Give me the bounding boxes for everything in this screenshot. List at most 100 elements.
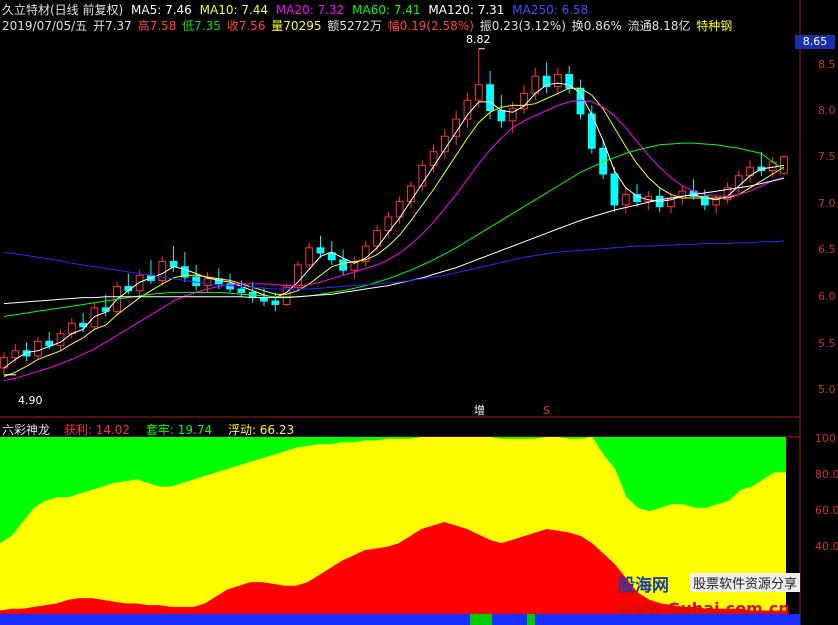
candle-body <box>135 274 144 292</box>
high-price-label: 8.82 <box>466 33 491 46</box>
watermark-url: www.Guhai.com.cn <box>618 599 790 618</box>
candle-body <box>67 322 76 335</box>
y-tick-label: 7.0 <box>818 197 836 210</box>
amplitude-value: 振0.23(3.12%) <box>479 19 566 33</box>
profit-value: 获利: 14.02 <box>63 423 131 437</box>
candle-body <box>554 73 562 87</box>
candle <box>723 182 732 204</box>
candle-body <box>56 333 65 347</box>
y-tick-label: 6.0 <box>818 290 836 303</box>
candle <box>463 93 472 128</box>
candle-body <box>327 252 336 261</box>
candle <box>746 160 754 183</box>
candle-body <box>474 84 483 101</box>
candle-body <box>34 340 42 357</box>
candle <box>361 240 370 267</box>
candle <box>587 105 596 154</box>
candle <box>248 282 257 303</box>
quote-header: 2019/07/05/五 开7.37 高7.58 低7.35 收7.56 量70… <box>2 17 736 34</box>
candle <box>384 211 393 238</box>
float-cap-value: 流通8.18亿 <box>627 19 691 33</box>
candle-body <box>169 261 178 268</box>
sell-marker: S <box>543 404 550 417</box>
indicator-name: 六彩神龙 <box>2 423 51 437</box>
indicator-y-tick-label: 60.00 <box>815 504 838 517</box>
candle-body <box>780 156 788 174</box>
candle <box>497 95 506 128</box>
volume-value: 量70295 <box>271 19 322 33</box>
candle-body <box>407 185 415 202</box>
open-value: 开7.37 <box>93 19 132 33</box>
y-tick-label: 6.5 <box>818 243 836 256</box>
y-tick-label: 5.5 <box>818 337 836 350</box>
candle-body <box>531 75 540 94</box>
ma250-line <box>3 240 785 290</box>
candle <box>271 292 280 312</box>
change-value: 幅0.19(2.58%) <box>387 19 474 33</box>
candle <box>520 84 528 114</box>
candle <box>429 144 438 173</box>
candle <box>734 170 743 193</box>
ma20-value: MA20: 7.32 <box>275 3 345 17</box>
indicator-y-tick-label: 100 <box>815 432 836 445</box>
candle-body <box>260 297 268 302</box>
watermark: 股海网 股票软件资源分享 www.Guhai.com.cn <box>614 571 834 621</box>
candle <box>147 259 155 284</box>
candle-body <box>486 84 494 112</box>
watermark-slogan: 股票软件资源分享 <box>690 573 801 592</box>
ma120-value: MA120: 7.31 <box>428 3 505 17</box>
stock-name: 久立特材(日线 前复权) <box>2 3 124 17</box>
candle <box>689 179 698 200</box>
indicator-header: 六彩神龙 获利: 14.02 套牢: 19.74 浮动: 66.23 <box>2 421 298 438</box>
ma60-line <box>3 142 785 317</box>
candle <box>316 235 325 259</box>
candle <box>395 196 404 224</box>
y-tick-label: 8.5 <box>818 58 836 71</box>
candle <box>282 283 291 307</box>
candle <box>158 256 167 286</box>
current-price-badge: 8.65 <box>795 35 835 49</box>
candle-body <box>463 99 472 120</box>
turnover-value: 换0.86% <box>571 19 622 33</box>
candle-body <box>316 247 325 254</box>
watermark-logo: 股海网 <box>618 576 669 596</box>
candle-body <box>11 350 20 359</box>
ma-header: 久立特材(日线 前复权) MA5: 7.46 MA10: 7.44 MA20: … <box>2 1 592 18</box>
candle <box>440 129 449 159</box>
indicator-y-tick-label: 80.00 <box>815 468 838 481</box>
candle <box>294 261 302 291</box>
candle-body <box>90 307 99 328</box>
high-value: 高7.58 <box>137 19 177 33</box>
trapped-value: 套牢: 19.74 <box>145 423 213 437</box>
floating-value: 浮动: 66.23 <box>227 423 295 437</box>
candle <box>474 48 483 108</box>
candle <box>621 187 630 214</box>
ma10-value: MA10: 7.44 <box>199 3 269 17</box>
moving-average-lines <box>3 82 785 382</box>
candle <box>576 79 585 120</box>
candle-body <box>712 199 721 206</box>
y-tick-label: 7.5 <box>818 150 836 163</box>
date-label: 2019/07/05/五 <box>2 19 88 33</box>
candle <box>350 256 359 279</box>
candle-body <box>633 194 641 202</box>
candle-body <box>305 247 314 266</box>
candle <box>712 194 721 214</box>
candle <box>180 252 189 283</box>
ma60-value: MA60: 7.41 <box>352 3 421 17</box>
candle <box>531 67 540 101</box>
candle <box>542 62 551 94</box>
sector-label: 特种钢 <box>696 19 733 33</box>
chart-stage <box>0 0 801 625</box>
candle <box>339 249 348 276</box>
price-chart <box>0 48 788 375</box>
candle <box>554 67 562 96</box>
amount-value: 额5272万 <box>327 19 382 33</box>
ma250-value: MA250: 6.58 <box>512 3 589 17</box>
indicator-y-tick-label: 40.00 <box>815 540 838 553</box>
candle-body <box>45 340 54 347</box>
candle-body <box>621 194 630 206</box>
low-value: 低7.35 <box>182 19 221 33</box>
y-tick-label: 5.0 <box>818 383 836 396</box>
candle-body <box>237 288 246 293</box>
